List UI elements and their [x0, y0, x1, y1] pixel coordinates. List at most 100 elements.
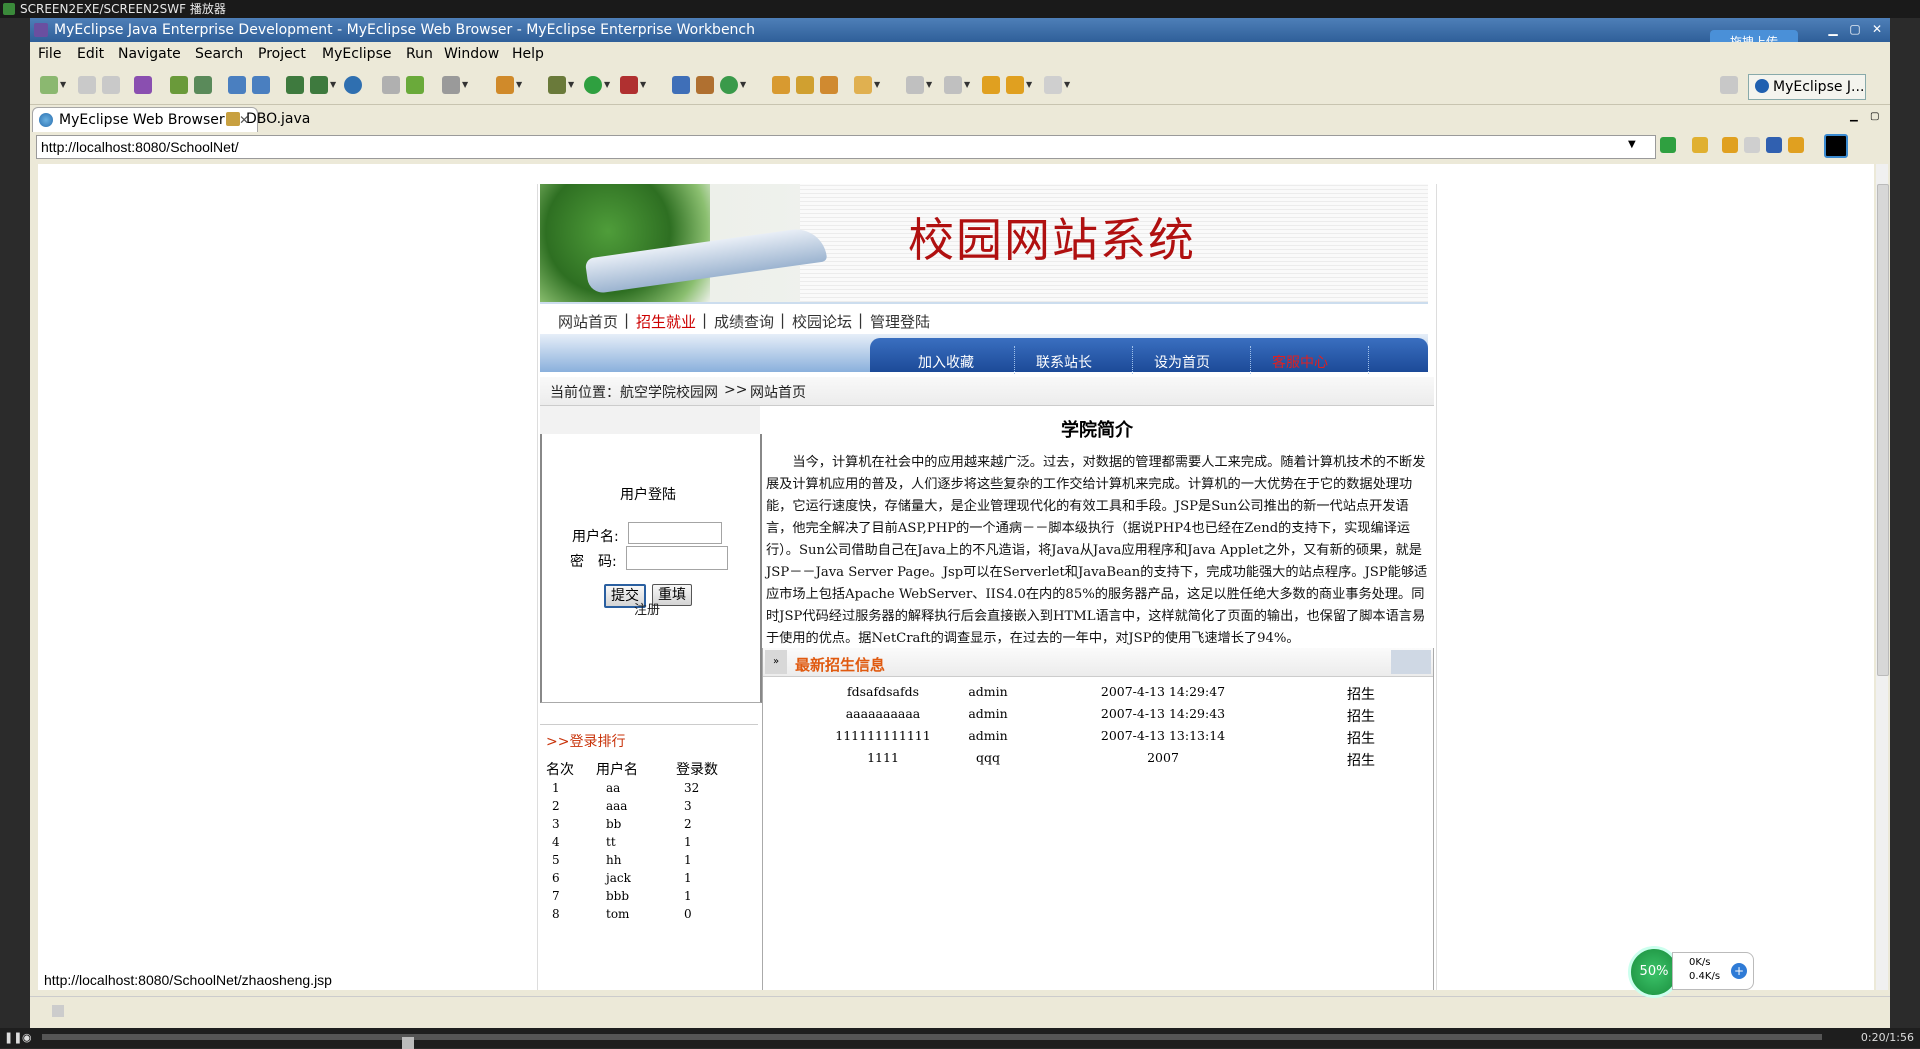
seek-knob[interactable]: [402, 1037, 414, 1049]
forward-icon[interactable]: [1044, 76, 1062, 94]
minimize-button[interactable]: ▁: [1822, 20, 1844, 38]
class-icon[interactable]: [310, 76, 328, 94]
open-file-icon[interactable]: [854, 76, 872, 94]
last-edit-icon[interactable]: [982, 76, 1000, 94]
server-icon[interactable]: [170, 76, 188, 94]
menu-myeclipse[interactable]: MyEclipse: [322, 46, 391, 62]
seek-track[interactable]: [42, 1034, 1822, 1049]
news-title-link[interactable]: fdsafdsafds: [813, 684, 953, 699]
deploy-icon[interactable]: [134, 76, 152, 94]
color-swatch-icon[interactable]: [1824, 134, 1848, 158]
menu-project[interactable]: Project: [258, 46, 306, 62]
plus-icon[interactable]: +: [1731, 963, 1747, 979]
maximize-view-icon[interactable]: ▢: [1870, 111, 1879, 122]
menu-help[interactable]: Help: [512, 46, 544, 62]
network-speed-widget[interactable]: 50% 0K/s 0.4K/s +: [1628, 946, 1758, 998]
dropdown-arrow-icon[interactable]: ▼: [1064, 76, 1072, 94]
nav-grades[interactable]: 成绩查询: [714, 311, 774, 332]
stop-playback-icon[interactable]: ◉: [22, 1031, 32, 1044]
ranking-cell: 1: [552, 781, 560, 795]
print-icon[interactable]: [102, 76, 120, 94]
wizard2-icon[interactable]: [252, 76, 270, 94]
nav-forum[interactable]: 校园论坛: [792, 311, 852, 332]
password-label: 密 码:: [570, 554, 617, 570]
dropdown-arrow-icon[interactable]: ▼: [964, 76, 972, 94]
globe-icon[interactable]: [344, 76, 362, 94]
maximize-button[interactable]: ▢: [1844, 20, 1866, 38]
wizard-icon[interactable]: [228, 76, 246, 94]
open-type-icon[interactable]: [406, 76, 424, 94]
stop-icon[interactable]: [1766, 137, 1782, 153]
nav-home[interactable]: 网站首页: [558, 311, 618, 332]
dropdown-arrow-icon[interactable]: ▼: [330, 76, 338, 94]
terminal-icon[interactable]: [442, 76, 460, 94]
dropdown-arrow-icon[interactable]: ▼: [874, 76, 882, 94]
favorites-icon[interactable]: [1692, 137, 1708, 153]
menu-file[interactable]: File: [38, 46, 61, 62]
dropdown-arrow-icon[interactable]: ▼: [926, 76, 934, 94]
open-folder-icon[interactable]: [772, 76, 790, 94]
news-title-link[interactable]: 1111: [813, 750, 953, 765]
tools-icon[interactable]: [496, 76, 514, 94]
vertical-scrollbar[interactable]: [1876, 164, 1889, 990]
prev-annotation-icon[interactable]: [944, 76, 962, 94]
more-icon[interactable]: [1391, 650, 1431, 674]
new-icon[interactable]: [40, 76, 58, 94]
register-link[interactable]: 注册: [634, 599, 660, 618]
perspective-button[interactable]: MyEclipse J...: [1748, 74, 1866, 100]
run-icon[interactable]: [584, 76, 602, 94]
news-title-link[interactable]: 111111111111: [813, 728, 953, 743]
debug-icon[interactable]: [548, 76, 566, 94]
refresh-icon[interactable]: [720, 76, 738, 94]
pause-icon[interactable]: ❚❚: [4, 1031, 22, 1044]
minimize-view-icon[interactable]: ▁: [1850, 111, 1858, 122]
open-perspective-icon[interactable]: [1720, 76, 1738, 94]
menu-window[interactable]: Window: [444, 46, 499, 62]
password-input[interactable]: [626, 546, 728, 570]
menu-run[interactable]: Run: [406, 46, 433, 62]
dropdown-arrow-icon[interactable]: ▼: [60, 76, 68, 94]
new-web-project-icon[interactable]: [672, 76, 690, 94]
dropdown-arrow-icon[interactable]: ▼: [462, 76, 470, 94]
external-tools-icon[interactable]: [620, 76, 638, 94]
next-annotation-icon[interactable]: [906, 76, 924, 94]
menu-edit[interactable]: Edit: [77, 46, 104, 62]
menu-navigate[interactable]: Navigate: [118, 46, 181, 62]
dropdown-arrow-icon[interactable]: ▼: [740, 76, 748, 94]
folder-icon[interactable]: [382, 76, 400, 94]
service-center-link[interactable]: 客服中心: [1272, 352, 1328, 372]
go-icon[interactable]: [1660, 137, 1676, 153]
back-icon[interactable]: [1006, 76, 1024, 94]
username-input[interactable]: [628, 522, 722, 544]
news-title-link[interactable]: aaaaaaaaaa: [813, 706, 953, 721]
chevron-down-icon[interactable]: ▼: [1628, 137, 1644, 153]
pen-icon[interactable]: [796, 76, 814, 94]
set-homepage-link[interactable]: 设为首页: [1154, 352, 1210, 372]
add-favorite-link[interactable]: 加入收藏: [918, 352, 974, 372]
database-icon[interactable]: [194, 76, 212, 94]
browser-forward-icon[interactable]: [1744, 137, 1760, 153]
contact-admin-link[interactable]: 联系站长: [1036, 352, 1092, 372]
page-edge: [1436, 184, 1437, 990]
dropdown-arrow-icon[interactable]: ▼: [640, 76, 648, 94]
fast-view-icon[interactable]: [52, 1005, 64, 1017]
dropdown-arrow-icon[interactable]: ▼: [516, 76, 524, 94]
save-icon[interactable]: [78, 76, 96, 94]
menu-search[interactable]: Search: [195, 46, 243, 62]
ranking-cell: 3: [684, 799, 692, 813]
tab-dbo-java[interactable]: DBO.java: [220, 107, 318, 131]
new-ejb-icon[interactable]: [696, 76, 714, 94]
breadcrumb-home[interactable]: 航空学院校园网: [620, 382, 718, 402]
browser-back-icon[interactable]: [1722, 137, 1738, 153]
bookmark-icon[interactable]: [820, 76, 838, 94]
close-window-button[interactable]: ✕: [1866, 20, 1888, 38]
browser-refresh-icon[interactable]: [1788, 137, 1804, 153]
dropdown-arrow-icon[interactable]: ▼: [1026, 76, 1034, 94]
scrollbar-thumb[interactable]: [1877, 184, 1889, 676]
nav-admin-login[interactable]: 管理登陆: [870, 311, 930, 332]
package-icon[interactable]: [286, 76, 304, 94]
nav-admissions[interactable]: 招生就业: [636, 311, 696, 332]
dropdown-arrow-icon[interactable]: ▼: [604, 76, 612, 94]
dropdown-arrow-icon[interactable]: ▼: [568, 76, 576, 94]
url-input[interactable]: [36, 135, 1656, 159]
